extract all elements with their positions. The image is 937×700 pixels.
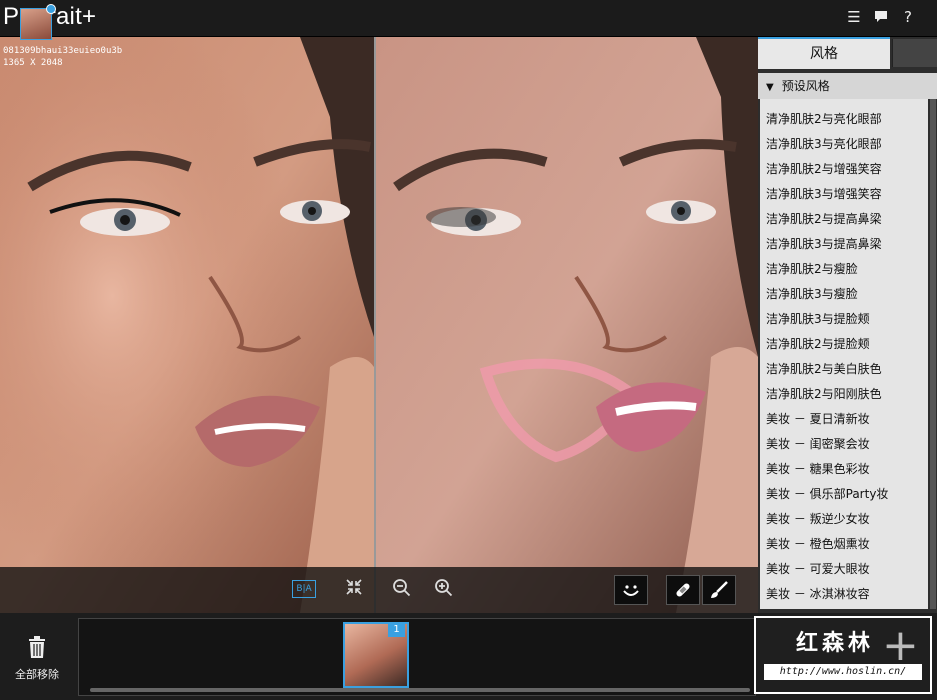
thumbnail-indicator [46, 4, 56, 14]
list-item[interactable]: 美妆 － 可爱大眼妆 [760, 557, 928, 582]
image-filename: 081309bhaui33euieo0u3b [3, 46, 123, 56]
film-count-badge: 1 [388, 622, 405, 637]
list-item[interactable]: 洁净肌肤2与美白肤色 [760, 357, 928, 382]
panel-scrollbar[interactable] [930, 99, 936, 609]
help-icon[interactable]: ? [897, 6, 919, 28]
image-info: 081309bhaui33euieo0u3b 1365 X 2048 [3, 45, 122, 69]
watermark-url: http://www.hoslin.cn/ [764, 664, 922, 680]
preset-section-title: 预设风格 [781, 79, 830, 93]
list-item[interactable]: 洁净肌肤2与阳刚肤色 [760, 382, 928, 407]
filmstrip [78, 618, 756, 696]
before-photo [0, 37, 374, 613]
list-item[interactable]: 洁净肌肤3与提脸颊 [760, 307, 928, 332]
chat-icon[interactable] [870, 6, 892, 28]
tab-secondary[interactable] [892, 39, 937, 67]
fit-icon[interactable] [342, 578, 366, 602]
add-icon[interactable]: + [882, 624, 919, 668]
list-item[interactable]: 洁净肌肤3与瘦脸 [760, 282, 928, 307]
title-bar: Portrait+ ☰ ? [0, 0, 937, 37]
preset-list: 清净肌肤2与亮化眼部 洁净肌肤3与亮化眼部 洁净肌肤2与增强笑容 洁净肌肤3与增… [760, 99, 928, 609]
watermark-text: 红森林 [796, 631, 875, 656]
list-item[interactable]: 美妆 － 闺密聚会妆 [760, 432, 928, 457]
list-item[interactable]: 洁净肌肤2与提高鼻梁 [760, 207, 928, 232]
list-item[interactable]: 美妆 － 夏日清新妆 [760, 407, 928, 432]
bandage-icon[interactable] [666, 575, 700, 605]
list-item[interactable]: 美妆 － 叛逆少女妆 [760, 507, 928, 532]
before-after-button[interactable]: B|A [292, 580, 316, 598]
list-item[interactable]: 美妆 － 橙色烟熏妆 [760, 532, 928, 557]
list-item[interactable]: 洁净肌肤2与增强笑容 [760, 157, 928, 182]
brush-icon[interactable] [702, 575, 736, 605]
list-item[interactable]: 洁净肌肤2与瘦脸 [760, 257, 928, 282]
preset-section-header[interactable]: ▼ 预设风格 [758, 73, 937, 99]
caret-down-icon: ▼ [766, 82, 774, 93]
zoom-out-icon[interactable] [390, 578, 414, 602]
list-item[interactable]: 美妆 － 俱乐部Party妆 [760, 482, 928, 507]
after-photo [376, 37, 758, 613]
before-image-pane[interactable]: 081309bhaui33euieo0u3b 1365 X 2048 [0, 37, 374, 613]
image-dimensions: 1365 X 2048 [3, 58, 63, 68]
list-item[interactable]: 美妆 － 糖果色彩妆 [760, 457, 928, 482]
tab-style[interactable]: 风格 [758, 37, 890, 69]
remove-all-button[interactable]: 全部移除 [0, 616, 74, 686]
list-item-partial [760, 99, 928, 107]
list-item[interactable]: 洁净肌肤3与亮化眼部 [760, 132, 928, 157]
remove-all-label: 全部移除 [15, 668, 59, 681]
style-panel: 风格 ▼ 预设风格 清净肌肤2与亮化眼部 洁净肌肤3与亮化眼部 洁净肌肤2与增强笑… [758, 37, 937, 613]
filmstrip-scrollbar[interactable] [90, 688, 750, 692]
list-item[interactable]: 美妆 － 冰淇淋妆容 [760, 582, 928, 607]
list-item[interactable]: 清净肌肤2与亮化眼部 [760, 107, 928, 132]
smile-icon[interactable] [614, 575, 648, 605]
list-item[interactable]: 洁净肌肤2与提脸颊 [760, 332, 928, 357]
trash-icon [0, 636, 74, 662]
list-item[interactable]: 洁净肌肤3与提高鼻梁 [760, 232, 928, 257]
list-icon[interactable]: ☰ [843, 6, 865, 28]
zoom-in-icon[interactable] [432, 578, 456, 602]
list-item[interactable]: 洁净肌肤3与增强笑容 [760, 182, 928, 207]
after-image-pane[interactable] [376, 37, 758, 613]
